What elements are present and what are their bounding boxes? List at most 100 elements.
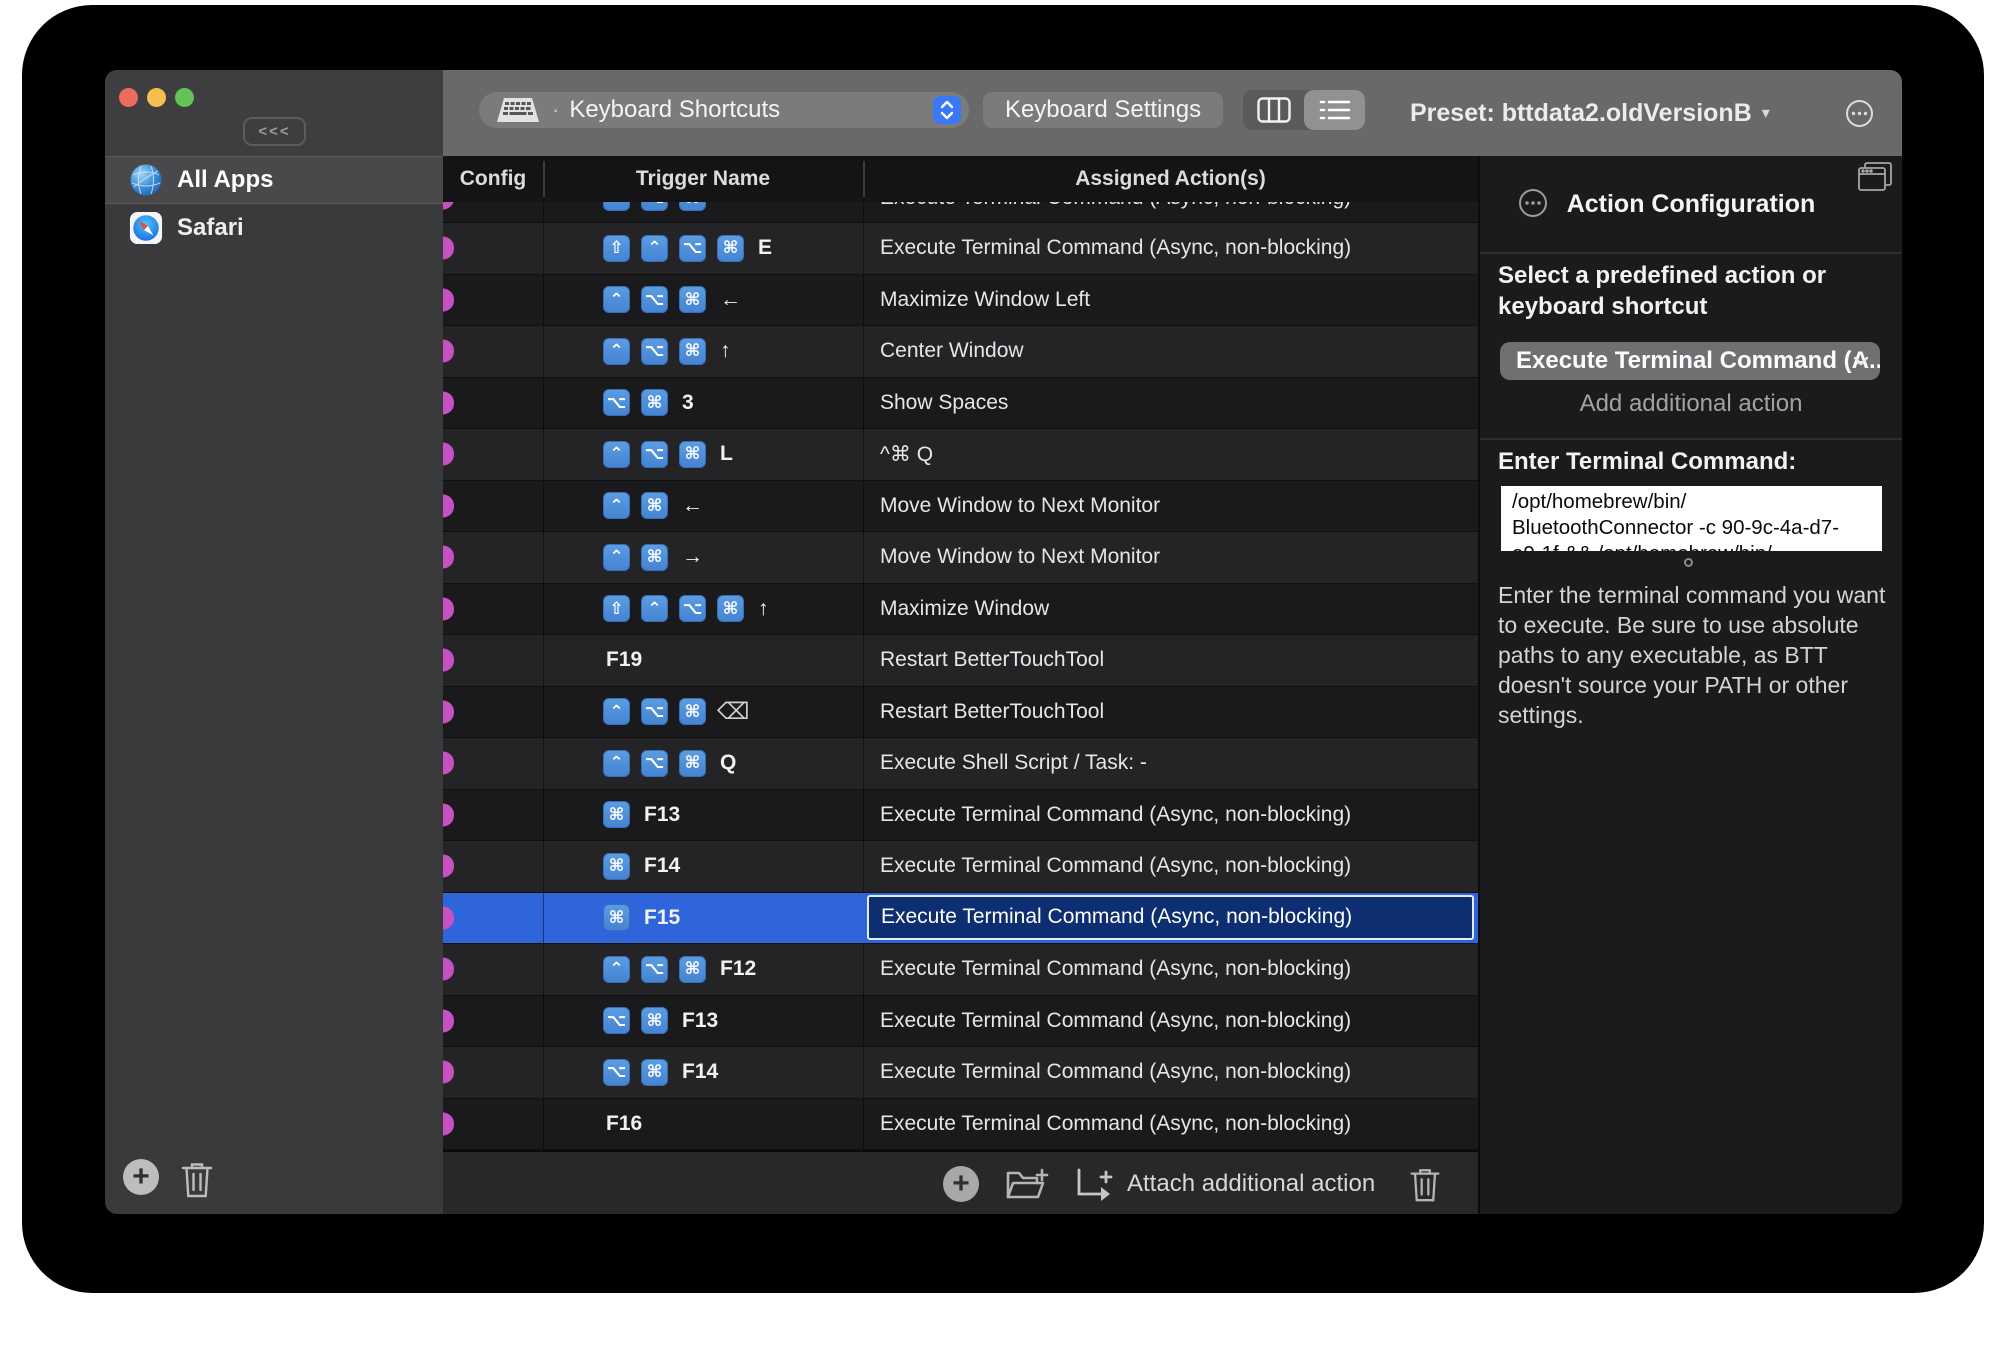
config-dot[interactable] <box>443 340 454 363</box>
assigned-action-cell[interactable]: Move Window to Next Monitor <box>880 532 1472 583</box>
trigger-shortcut[interactable]: ⌘F14 <box>603 841 680 892</box>
trigger-shortcut[interactable]: F19 <box>603 635 642 686</box>
table-row[interactable]: ⌃⌥⌘↑ Center Window <box>443 326 1478 378</box>
assigned-action-cell[interactable]: Execute Terminal Command (Async, non-blo… <box>880 223 1472 274</box>
config-dot[interactable] <box>443 958 454 981</box>
add-group-icon[interactable] <box>1006 1166 1050 1202</box>
trigger-shortcut[interactable]: ⌃⌥⌘↑ <box>603 326 731 377</box>
assigned-action-cell[interactable]: Show Spaces <box>880 378 1472 429</box>
table-row[interactable]: F19 Restart BetterTouchTool <box>443 635 1478 687</box>
trigger-shortcut[interactable]: ⌘F13 <box>603 790 680 841</box>
preset-selector[interactable]: Preset: bttdata2.oldVersionB ▾ <box>1410 70 1770 156</box>
config-dot[interactable] <box>443 700 454 723</box>
sidebar-item-safari[interactable]: Safari <box>105 204 443 251</box>
table-row[interactable]: ⌘F15 Execute Terminal Command (Async, non… <box>443 893 1478 945</box>
table-row[interactable]: ⌘F13 Execute Terminal Command (Async, non… <box>443 790 1478 842</box>
column-header-config[interactable]: Config <box>443 156 543 202</box>
attach-action-icon[interactable] <box>1074 1164 1118 1204</box>
trigger-shortcut[interactable]: ⌃⌥⌘L <box>603 429 733 480</box>
zoom-button[interactable] <box>175 88 194 107</box>
column-header-assigned-actions[interactable]: Assigned Action(s) <box>863 156 1478 202</box>
trigger-shortcut[interactable]: ⌃⌥⌘F12 <box>603 944 756 995</box>
trigger-shortcut[interactable]: ⌥⌘F14 <box>603 1047 718 1098</box>
attach-additional-action-label[interactable]: Attach additional action <box>1127 1152 1375 1214</box>
config-dot[interactable] <box>443 752 454 775</box>
config-dot[interactable] <box>443 443 454 466</box>
config-dot[interactable] <box>443 855 454 878</box>
table-row[interactable]: ⇧⌃⌥⌘↑ Maximize Window <box>443 584 1478 636</box>
assigned-action-cell[interactable]: Execute Shell Script / Task: - <box>880 738 1472 789</box>
assigned-action-cell[interactable]: Execute Terminal Command (Async, non-blo… <box>880 1099 1472 1150</box>
delete-trigger-icon[interactable] <box>1408 1166 1442 1204</box>
column-header-trigger-name[interactable]: Trigger Name <box>543 156 863 202</box>
table-row[interactable]: ⌃⌥⌘Execute Terminal Command (Async, non-… <box>443 202 1478 223</box>
table-row[interactable]: ⌃⌘→ Move Window to Next Monitor <box>443 532 1478 584</box>
config-dot[interactable] <box>443 202 454 209</box>
config-dot[interactable] <box>443 1061 454 1084</box>
collapse-sidebar-button[interactable]: <<< <box>243 117 306 146</box>
sidebar-item-all-apps[interactable]: All Apps <box>105 156 443 204</box>
table-row[interactable]: ⌘F14 Execute Terminal Command (Async, non… <box>443 841 1478 893</box>
trigger-shortcut[interactable]: ⌃⌘← <box>603 481 703 532</box>
table-row[interactable]: ⌃⌥⌘Q Execute Shell Script / Task: - <box>443 738 1478 790</box>
assigned-action-cell[interactable]: Move Window to Next Monitor <box>880 481 1472 532</box>
config-dot[interactable] <box>443 391 454 414</box>
add-app-button[interactable]: + <box>123 1159 159 1195</box>
table-row[interactable]: ⌥⌘F14 Execute Terminal Command (Async, no… <box>443 1047 1478 1099</box>
table-row[interactable]: ⌥⌘3 Show Spaces <box>443 378 1478 430</box>
columns-view-button[interactable] <box>1243 90 1304 130</box>
assigned-action-cell[interactable]: Maximize Window <box>880 584 1472 635</box>
trigger-shortcut[interactable]: ⌃⌥⌘Q <box>603 738 736 789</box>
assigned-action-cell[interactable]: Execute Terminal Command (Async, non-blo… <box>880 944 1472 995</box>
trigger-shortcut[interactable]: ⌃⌥⌘ <box>603 202 717 223</box>
trigger-type-dropdown[interactable]: · Keyboard Shortcuts <box>479 92 969 128</box>
toolbar-more-icon[interactable] <box>1845 99 1874 128</box>
table-row[interactable]: ⇧⌃⌥⌘E Execute Terminal Command (Async, no… <box>443 223 1478 275</box>
assigned-action-cell[interactable]: Execute Terminal Command (Async, non-blo… <box>880 841 1472 892</box>
close-button[interactable] <box>119 88 138 107</box>
table-row[interactable]: ⌃⌥⌘←Maximize Window Left <box>443 275 1478 327</box>
textarea-resize-handle[interactable] <box>1684 558 1693 567</box>
config-dot[interactable] <box>443 597 454 620</box>
keyboard-settings-button[interactable]: Keyboard Settings <box>983 92 1223 128</box>
config-dot[interactable] <box>443 494 454 517</box>
trigger-shortcut[interactable]: ⇧⌃⌥⌘E <box>603 223 772 274</box>
assigned-action-cell[interactable]: Center Window <box>880 326 1472 377</box>
config-dot[interactable] <box>443 649 454 672</box>
config-dot[interactable] <box>443 1009 454 1032</box>
delete-app-icon[interactable] <box>180 1160 214 1200</box>
assigned-action-cell-selected[interactable]: Execute Terminal Command (Async, non-blo… <box>867 895 1474 941</box>
trigger-shortcut[interactable]: ⌥⌘3 <box>603 378 694 429</box>
add-trigger-button[interactable]: + <box>943 1166 979 1202</box>
list-view-button[interactable] <box>1304 90 1365 130</box>
trigger-shortcut[interactable]: ⌥⌘F13 <box>603 996 718 1047</box>
assigned-action-cell[interactable]: ^⌘ Q <box>880 429 1472 480</box>
config-dot[interactable] <box>443 288 454 311</box>
add-additional-action-link[interactable]: Add additional action <box>1480 390 1902 418</box>
predefined-action-dropdown[interactable]: Execute Terminal Command (A... <box>1500 342 1880 380</box>
assigned-action-cell[interactable]: Execute Terminal Command (Async, non-blo… <box>880 1047 1472 1098</box>
assigned-action-cell[interactable]: Execute Terminal Command (Async, non-blo… <box>880 996 1472 1047</box>
config-dot[interactable] <box>443 546 454 569</box>
table-row[interactable]: ⌃⌥⌘F12 Execute Terminal Command (Async, n… <box>443 944 1478 996</box>
minimize-button[interactable] <box>147 88 166 107</box>
trigger-shortcut[interactable]: ⌘F15 <box>603 893 680 944</box>
config-dot[interactable] <box>443 803 454 826</box>
trigger-shortcut[interactable]: ⌃⌥⌘⌫ <box>603 687 750 738</box>
table-row[interactable]: ⌃⌥⌘⌫Restart BetterTouchTool <box>443 687 1478 739</box>
trigger-shortcut[interactable]: F16 <box>603 1099 642 1150</box>
config-dot[interactable] <box>443 906 454 929</box>
config-dot[interactable] <box>443 1112 454 1135</box>
config-dot[interactable] <box>443 237 454 260</box>
assigned-action-cell[interactable]: Restart BetterTouchTool <box>880 635 1472 686</box>
trigger-shortcut[interactable]: ⌃⌥⌘← <box>603 275 741 326</box>
table-row[interactable]: F16 Execute Terminal Command (Async, non-… <box>443 1099 1478 1151</box>
terminal-command-textarea[interactable]: /opt/homebrew/bin/BluetoothConnector -c … <box>1501 486 1882 551</box>
table-row[interactable]: ⌃⌥⌘L ^⌘ Q <box>443 429 1478 481</box>
trigger-shortcut[interactable]: ⌃⌘→ <box>603 532 703 583</box>
panel-more-icon[interactable] <box>1518 188 1548 218</box>
dropdown-stepper-icon[interactable] <box>933 96 961 124</box>
trigger-shortcut[interactable]: ⇧⌃⌥⌘↑ <box>603 584 769 635</box>
table-row[interactable]: ⌥⌘F13 Execute Terminal Command (Async, no… <box>443 996 1478 1048</box>
assigned-action-cell[interactable]: Execute Terminal Command (Async, non-blo… <box>880 790 1472 841</box>
